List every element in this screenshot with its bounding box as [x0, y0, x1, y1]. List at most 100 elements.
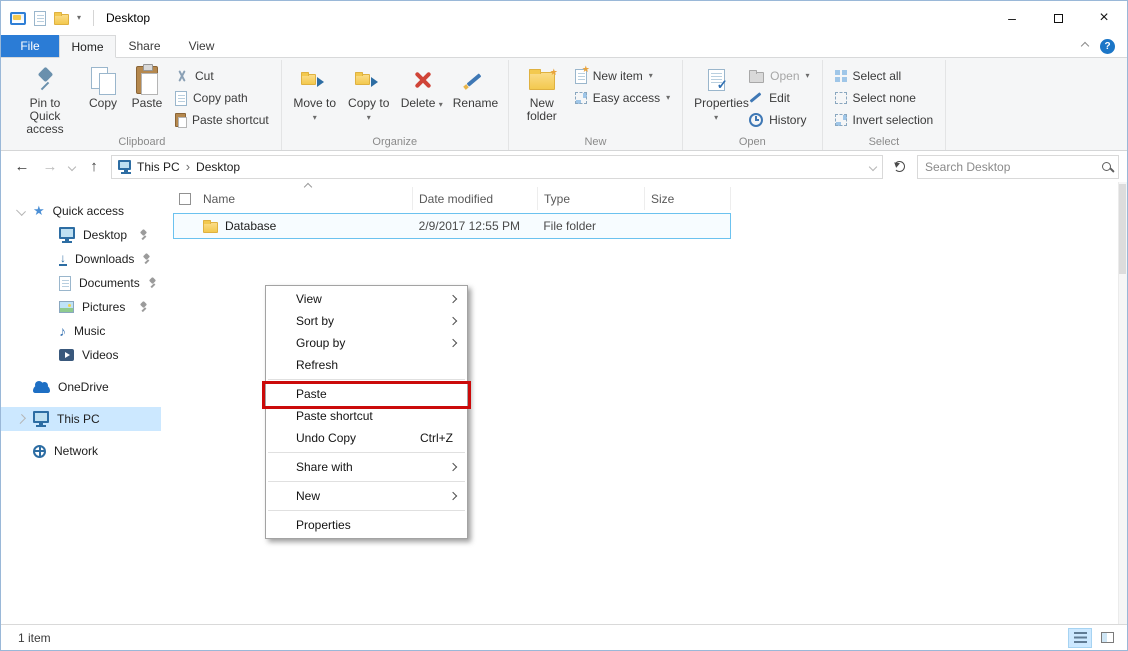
edit-icon: [749, 91, 763, 105]
paste-shortcut-button[interactable]: Paste shortcut: [169, 109, 275, 131]
menu-item-new[interactable]: New: [266, 485, 467, 507]
sidebar-item-onedrive[interactable]: OneDrive: [1, 375, 161, 399]
breadcrumb[interactable]: This PC › Desktop: [111, 155, 883, 179]
delete-button[interactable]: Delete ▾: [396, 62, 448, 110]
sidebar-item-downloads[interactable]: ↓ Downloads: [1, 247, 161, 271]
breadcrumb-this-pc[interactable]: This PC: [137, 160, 180, 174]
properties-button[interactable]: ✓ Properties ▾: [689, 62, 743, 123]
open-label: Open: [770, 69, 799, 83]
ribbon-collapse-chevron-icon[interactable]: [1081, 42, 1089, 50]
search-input[interactable]: [925, 160, 1096, 174]
vertical-scrollbar[interactable]: [1118, 182, 1127, 624]
close-button[interactable]: ×: [1081, 1, 1127, 35]
rename-label: Rename: [453, 97, 497, 110]
table-row-database[interactable]: Database 2/9/2017 12:55 PM File folder: [173, 213, 731, 239]
copy-path-button[interactable]: Copy path: [169, 87, 275, 109]
music-icon: ♪: [59, 323, 66, 339]
back-button[interactable]: ←: [9, 155, 35, 179]
edit-button[interactable]: Edit: [743, 87, 815, 109]
search-icon[interactable]: [1102, 162, 1111, 171]
menu-item-undo-copy[interactable]: Undo Copy Ctrl+Z: [266, 427, 467, 449]
minimize-button[interactable]: –: [989, 1, 1035, 35]
large-icons-view-button[interactable]: [1095, 628, 1119, 648]
sidebar-item-this-pc[interactable]: This PC: [1, 407, 161, 431]
sidebar-item-network[interactable]: Network: [1, 439, 161, 463]
maximize-icon: [1054, 14, 1063, 23]
cut-icon: [175, 69, 189, 83]
address-dropdown-chevron-icon[interactable]: [869, 162, 877, 170]
new-item-icon: ★: [575, 69, 587, 84]
menu-separator: [268, 452, 465, 453]
details-view-button[interactable]: [1068, 628, 1092, 648]
properties-icon: ✓: [708, 69, 725, 91]
qat-chevron-down-icon[interactable]: ▾: [77, 14, 81, 22]
sidebar-item-quick-access[interactable]: ★ Quick access: [1, 199, 161, 223]
easy-access-button[interactable]: Easy access ▾: [569, 87, 676, 109]
tab-view[interactable]: View: [173, 35, 230, 57]
ribbon-tab-right-controls: ?: [1082, 35, 1127, 57]
qat-page-icon[interactable]: [34, 11, 46, 26]
tab-home[interactable]: Home: [59, 35, 116, 58]
column-header-type[interactable]: Type: [538, 187, 645, 210]
up-button[interactable]: ↑: [81, 155, 107, 179]
menu-item-refresh[interactable]: Refresh: [266, 354, 467, 376]
ribbon: Pin to Quick access Copy Paste Cut Copy …: [1, 58, 1127, 151]
help-button[interactable]: ?: [1100, 39, 1115, 54]
tab-share[interactable]: Share: [116, 35, 173, 57]
paste-button[interactable]: Paste: [125, 62, 169, 110]
sidebar-item-desktop[interactable]: Desktop: [1, 223, 161, 247]
tab-file[interactable]: File: [1, 35, 59, 57]
invert-selection-label: Invert selection: [853, 113, 934, 127]
new-item-button[interactable]: ★ New item ▾: [569, 65, 676, 87]
menu-item-share-with[interactable]: Share with: [266, 456, 467, 478]
select-all-checkbox[interactable]: [179, 193, 191, 205]
large-icons-view-icon: [1101, 632, 1114, 643]
move-to-button[interactable]: Move to ▾: [288, 62, 342, 123]
forward-button[interactable]: →: [37, 155, 63, 179]
sidebar-item-videos[interactable]: Videos: [1, 343, 161, 367]
menu-item-view[interactable]: View: [266, 288, 467, 310]
chevron-down-icon[interactable]: [16, 206, 26, 216]
sidebar-item-music[interactable]: ♪ Music: [1, 319, 161, 343]
column-header-name[interactable]: Name: [197, 187, 413, 210]
menu-item-group-by[interactable]: Group by: [266, 332, 467, 354]
column-header-date-modified[interactable]: Date modified: [413, 187, 538, 210]
copy-button[interactable]: Copy: [81, 62, 125, 110]
submenu-chevron-icon: [449, 492, 457, 500]
sidebar-item-label: Documents: [79, 276, 140, 290]
copy-to-button[interactable]: Copy to ▾: [342, 62, 396, 123]
qat-folder-icon[interactable]: [54, 14, 69, 25]
breadcrumb-desktop[interactable]: Desktop: [196, 160, 240, 174]
column-header-size[interactable]: Size: [645, 187, 731, 210]
scrollbar-thumb[interactable]: [1119, 184, 1126, 274]
chevron-right-icon[interactable]: [16, 414, 26, 424]
minimize-icon: –: [1008, 10, 1016, 26]
open-button[interactable]: Open ▾: [743, 65, 815, 87]
menu-item-label: Undo Copy: [296, 431, 356, 445]
maximize-button[interactable]: [1035, 1, 1081, 35]
pin-icon: [142, 254, 152, 265]
menu-item-paste-shortcut[interactable]: Paste shortcut: [266, 405, 467, 427]
select-none-label: Select none: [853, 91, 916, 105]
menu-item-paste[interactable]: Paste: [266, 383, 467, 405]
select-none-button[interactable]: Select none: [829, 87, 940, 109]
menu-item-properties[interactable]: Properties: [266, 514, 467, 536]
rename-button[interactable]: Rename: [448, 62, 502, 110]
select-all-button[interactable]: Select all: [829, 65, 940, 87]
menu-item-sort-by[interactable]: Sort by: [266, 310, 467, 332]
copy-label: Copy: [89, 97, 117, 110]
pin-to-quick-access-button[interactable]: Pin to Quick access: [9, 62, 81, 136]
header-checkbox-cell[interactable]: [173, 187, 197, 210]
main-area: ★ Quick access Desktop ↓ Downloads Docum…: [1, 182, 1127, 624]
sidebar-item-pictures[interactable]: Pictures: [1, 295, 161, 319]
invert-selection-button[interactable]: Invert selection: [829, 109, 940, 131]
new-folder-button[interactable]: ★ New folder: [515, 62, 569, 123]
recent-locations-button[interactable]: [65, 155, 79, 179]
cut-button[interactable]: Cut: [169, 65, 275, 87]
history-button[interactable]: History: [743, 109, 815, 131]
sidebar-item-documents[interactable]: Documents: [1, 271, 161, 295]
refresh-button[interactable]: [887, 155, 911, 179]
details-view-icon: [1074, 632, 1087, 643]
paste-label: Paste: [132, 97, 163, 110]
titlebar: ▾ Desktop – ×: [1, 1, 1127, 35]
